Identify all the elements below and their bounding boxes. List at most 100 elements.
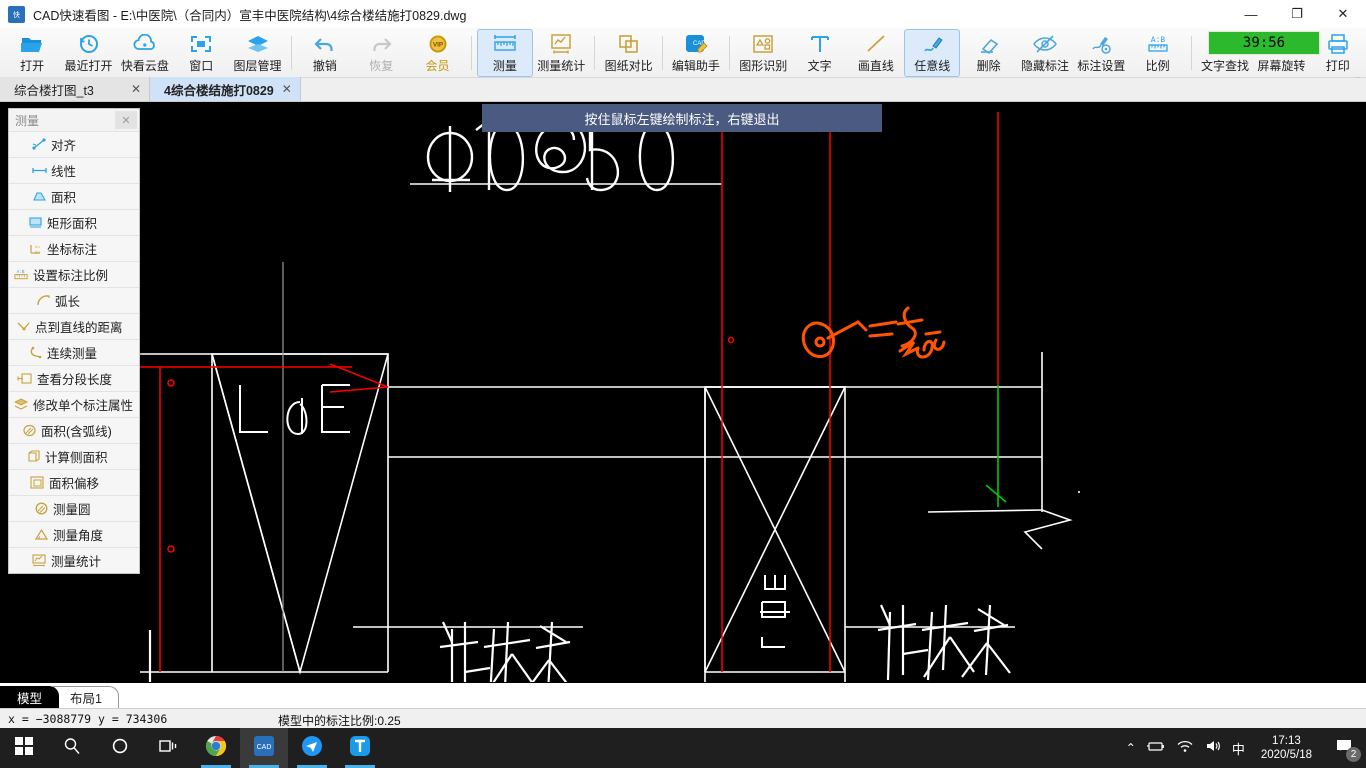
svg-text:CAD: CAD bbox=[257, 744, 272, 751]
taskbar-messenger[interactable] bbox=[288, 728, 336, 768]
layout1-tab[interactable]: 布局1 bbox=[53, 686, 119, 708]
measure-item-align[interactable]: 对齐 bbox=[9, 131, 139, 157]
document-tab-active[interactable]: 4综合楼结施打0829 ✕ bbox=[150, 77, 301, 101]
area-measure-icon bbox=[31, 189, 47, 205]
measure-panel-header: 测量 ✕ bbox=[9, 109, 139, 131]
toolbar-button-draw-line[interactable]: 画直线 bbox=[848, 29, 904, 77]
measure-item-point-line-distance[interactable]: 点到直线的距离 bbox=[9, 313, 139, 339]
measure-item-label: 弧长 bbox=[55, 295, 81, 309]
minimize-button[interactable]: — bbox=[1228, 0, 1274, 28]
model-layout-tab-bar: 模型 布局1 bbox=[0, 682, 1366, 708]
task-view-button[interactable] bbox=[144, 728, 192, 768]
measure-item-coordinate[interactable]: x= y= 坐标标注 bbox=[9, 235, 139, 261]
toolbar-label: 打开 bbox=[20, 59, 45, 73]
close-icon[interactable]: ✕ bbox=[115, 111, 137, 129]
measure-panel: 测量 ✕ 对齐 线性 面积 矩形面积 x=y= 坐标标注 A:B 设置标注比例 bbox=[8, 108, 140, 574]
toolbar-button-measure[interactable]: 测量 bbox=[476, 29, 534, 77]
toolbar-button-undo[interactable]: 撤销 bbox=[297, 29, 353, 77]
eraser-icon bbox=[977, 32, 1001, 56]
measure-item-area-offset[interactable]: 面积偏移 bbox=[9, 469, 139, 495]
measure-item-linear[interactable]: 线性 bbox=[9, 157, 139, 183]
taskbar-cad-viewer[interactable]: CAD bbox=[240, 728, 288, 768]
segment-length-icon bbox=[17, 371, 33, 387]
toolbar-label: 打印 bbox=[1325, 59, 1350, 73]
close-icon[interactable]: ✕ bbox=[131, 82, 141, 96]
tim-icon bbox=[349, 735, 371, 762]
toolbar-button-vip[interactable]: VIP 会员 bbox=[409, 29, 465, 77]
toolbar-button-scale[interactable]: A:B 比例 bbox=[1130, 29, 1186, 77]
toolbar-label: 恢复 bbox=[369, 59, 394, 73]
measure-item-arc-length[interactable]: 弧长 bbox=[9, 287, 139, 313]
toolbar-button-layers[interactable]: 图层管理 bbox=[229, 29, 285, 77]
close-button[interactable]: ✕ bbox=[1320, 0, 1366, 28]
toolbar-button-edit-assistant[interactable]: CAD 编辑助手 bbox=[668, 29, 724, 77]
beam-label-right bbox=[877, 604, 1011, 681]
toolbar-label: 会员 bbox=[425, 59, 450, 73]
taskbar-clock[interactable]: 17:13 2020/5/18 bbox=[1255, 734, 1318, 763]
model-tab[interactable]: 模型 bbox=[0, 686, 60, 708]
toolbar-label: 最近打开 bbox=[64, 59, 113, 73]
toolbar-button-delete[interactable]: 删除 bbox=[960, 29, 1016, 77]
wifi-icon[interactable] bbox=[1176, 739, 1194, 758]
toolbar-button-window[interactable]: 窗口 bbox=[173, 29, 229, 77]
toolbar-button-measure-stats[interactable]: 测量统计 bbox=[533, 29, 589, 77]
measure-item-continuous[interactable]: 连续测量 bbox=[9, 339, 139, 365]
measure-angle-icon bbox=[33, 527, 49, 543]
edit-annotation-property-icon bbox=[13, 397, 29, 413]
toolbar-button-text[interactable]: 文字 bbox=[791, 29, 847, 77]
notification-center-button[interactable]: 2 bbox=[1328, 728, 1362, 768]
measure-item-label: 矩形面积 bbox=[47, 217, 98, 231]
measure-item-side-area[interactable]: 计算侧面积 bbox=[9, 443, 139, 469]
measure-item-label: 设置标注比例 bbox=[33, 269, 109, 283]
toolbar-button-cloud[interactable]: 快看云盘 bbox=[117, 29, 173, 77]
toolbar-button-open[interactable]: 打开 bbox=[4, 29, 60, 77]
measure-item-angle[interactable]: 测量角度 bbox=[9, 521, 139, 547]
svg-text:VIP: VIP bbox=[432, 42, 443, 49]
layers-icon bbox=[246, 32, 270, 56]
toolbar-button-annotation-settings[interactable]: 标注设置 bbox=[1073, 29, 1129, 77]
measure-item-label: 点到直线的距离 bbox=[35, 321, 123, 335]
measure-statistics-icon bbox=[31, 553, 47, 569]
search-button[interactable] bbox=[48, 728, 96, 768]
cortana-button[interactable] bbox=[96, 728, 144, 768]
folder-open-icon bbox=[20, 32, 44, 56]
beam-label-left bbox=[439, 621, 571, 682]
toolbar-button-redo[interactable]: 恢复 bbox=[353, 29, 409, 77]
toolbar-separator bbox=[661, 35, 663, 70]
measure-item-rect-area[interactable]: 矩形面积 bbox=[9, 209, 139, 235]
search-icon bbox=[63, 737, 81, 760]
taskbar-chrome[interactable] bbox=[192, 728, 240, 768]
tray-chevron-icon[interactable]: ⌃ bbox=[1126, 741, 1136, 755]
set-annotation-scale-icon: A:B bbox=[13, 267, 29, 283]
measure-item-segment-length[interactable]: 查看分段长度 bbox=[9, 365, 139, 391]
toolbar-button-freehand[interactable]: 任意线 bbox=[904, 29, 961, 77]
maximize-button[interactable]: ❐ bbox=[1274, 0, 1320, 28]
toolbar-button-shape-recognition[interactable]: 图形识别 bbox=[735, 29, 791, 77]
toolbar-button-recent[interactable]: 最近打开 bbox=[60, 29, 116, 77]
measure-item-area-arc[interactable]: 面积(含弧线) bbox=[9, 417, 139, 443]
close-icon[interactable]: ✕ bbox=[282, 82, 292, 96]
document-tab-label: 4综合楼结施打0829 bbox=[164, 83, 274, 98]
measure-stats-icon bbox=[549, 32, 573, 56]
align-measure-icon bbox=[31, 137, 47, 153]
ime-indicator[interactable]: 中 bbox=[1232, 739, 1245, 758]
measure-item-area[interactable]: 面积 bbox=[9, 183, 139, 209]
recent-clock-icon bbox=[78, 32, 100, 56]
toolbar-button-compare[interactable]: 图纸对比 bbox=[600, 29, 656, 77]
volume-icon[interactable] bbox=[1204, 739, 1222, 758]
toolbar-label: 任意线 bbox=[914, 59, 951, 73]
measure-item-label: 面积 bbox=[51, 191, 77, 205]
measure-item-statistics[interactable]: 测量统计 bbox=[9, 547, 139, 573]
measure-item-edit-annotation[interactable]: 修改单个标注属性 bbox=[9, 391, 139, 417]
battery-icon[interactable] bbox=[1146, 739, 1166, 758]
drawing-canvas[interactable] bbox=[0, 102, 1366, 682]
toolbar-button-hide-annotation[interactable]: 隐藏标注 bbox=[1017, 29, 1073, 77]
taskbar-tim[interactable] bbox=[336, 728, 384, 768]
clock-time: 17:13 bbox=[1272, 734, 1301, 747]
measure-item-circle[interactable]: 测量圆 bbox=[9, 495, 139, 521]
measure-circle-icon bbox=[33, 501, 49, 517]
windows-start-icon bbox=[15, 736, 33, 760]
measure-item-set-scale[interactable]: A:B 设置标注比例 bbox=[9, 261, 139, 287]
start-button[interactable] bbox=[0, 728, 48, 768]
document-tab[interactable]: 综合楼打图_t3 ✕ bbox=[0, 77, 150, 101]
